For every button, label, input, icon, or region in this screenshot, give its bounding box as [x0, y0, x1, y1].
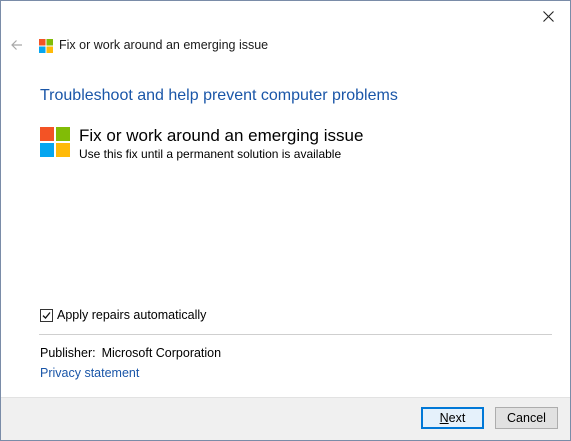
microsoft-logo-icon — [40, 127, 70, 157]
apply-repairs-option[interactable]: Apply repairs automatically — [40, 308, 206, 322]
apply-repairs-label: Apply repairs automatically — [57, 308, 207, 322]
checkmark-icon — [42, 311, 51, 319]
publisher-label: Publisher: — [40, 346, 96, 360]
next-button-mnemonic: N — [439, 411, 449, 425]
publisher-value: Microsoft Corporation — [101, 346, 222, 360]
microsoft-logo-icon — [39, 39, 53, 53]
issue-title: Fix or work around an emerging issue — [79, 126, 364, 145]
divider — [39, 334, 552, 335]
footer: Next Cancel — [1, 397, 570, 440]
close-button[interactable] — [526, 1, 570, 31]
close-icon — [542, 10, 554, 22]
window-title: Fix or work around an emerging issue — [59, 38, 269, 52]
back-button[interactable] — [9, 37, 25, 53]
issue-subtitle: Use this fix until a permanent solution … — [79, 147, 342, 161]
page-heading: Troubleshoot and help prevent computer p… — [40, 87, 398, 104]
next-button[interactable]: Next — [421, 407, 484, 429]
next-button-label: ext — [448, 411, 466, 425]
publisher-info: Publisher: Microsoft Corporation — [40, 346, 221, 360]
back-arrow-icon — [11, 40, 22, 50]
privacy-statement-link[interactable]: Privacy statement — [40, 366, 139, 380]
troubleshooter-window: Fix or work around an emerging issue Tro… — [0, 0, 571, 441]
cancel-button[interactable]: Cancel — [495, 407, 558, 429]
apply-repairs-checkbox[interactable] — [40, 308, 53, 322]
